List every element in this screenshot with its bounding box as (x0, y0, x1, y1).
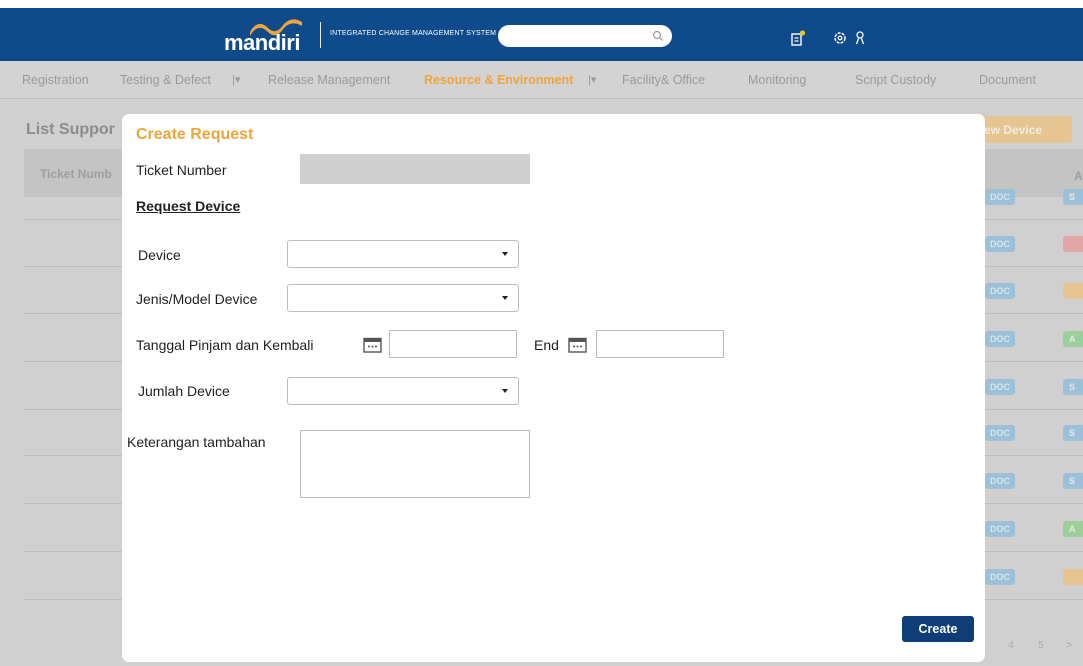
model-device-label: Jenis/Model Device (136, 291, 258, 307)
settings-icon[interactable] (832, 30, 848, 46)
nav-script-custody[interactable]: Script Custody (855, 73, 936, 87)
modal-title: Create Request (136, 126, 254, 143)
status-badge (1063, 283, 1083, 299)
nav-dropdown-icon[interactable]: |▾ (588, 73, 596, 86)
status-badge (1063, 236, 1083, 252)
doc-badge[interactable]: DOC (985, 425, 1015, 441)
nav-facility-office[interactable]: Facility& Office (622, 73, 705, 87)
request-device-heading: Request Device (136, 198, 241, 214)
global-search-input[interactable] (498, 25, 672, 47)
ticket-number-label: Ticket Number (136, 162, 227, 178)
status-badge: S (1063, 473, 1083, 489)
nav-resource-environment[interactable]: Resource & Environment (424, 73, 573, 87)
table-header-cell: Ticket Numb (40, 167, 112, 181)
end-date-label: End (534, 337, 559, 353)
status-badge: S (1063, 189, 1083, 205)
main-nav: Registration Testing & Defect |▾ Release… (0, 61, 1083, 99)
doc-badge[interactable]: DOC (985, 379, 1015, 395)
doc-badge[interactable]: DOC (985, 569, 1015, 585)
doc-badge[interactable]: DOC (985, 283, 1015, 299)
status-badge: S (1063, 425, 1083, 441)
caret-down-icon (502, 252, 508, 256)
user-icon[interactable] (852, 30, 868, 46)
additional-notes-label: Keterangan tambahan (127, 434, 266, 450)
doc-badge[interactable]: DOC (985, 236, 1015, 252)
additional-notes-textarea[interactable] (300, 430, 530, 498)
caret-down-icon (502, 296, 508, 300)
nav-testing-defect[interactable]: Testing & Defect (120, 73, 211, 87)
device-quantity-label: Jumlah Device (138, 383, 230, 399)
end-date-input[interactable] (596, 330, 724, 358)
borrow-date-label: Tanggal Pinjam dan Kembali (136, 337, 314, 353)
nav-release-management[interactable]: Release Management (268, 73, 390, 87)
status-badge: A (1063, 331, 1083, 347)
app-root: mandiri INTEGRATED CHANGE MANAGEMENT SYS… (0, 0, 1083, 666)
nav-dropdown-icon[interactable]: |▾ (232, 73, 240, 86)
device-label: Device (138, 247, 181, 263)
model-device-select[interactable] (287, 284, 519, 312)
doc-badge[interactable]: DOC (985, 473, 1015, 489)
pagination-page[interactable]: 4 (998, 633, 1024, 659)
pagination-page[interactable]: 5 (1028, 633, 1054, 659)
top-header: mandiri INTEGRATED CHANGE MANAGEMENT SYS… (0, 8, 1083, 61)
caret-down-icon (502, 389, 508, 393)
create-button[interactable]: Create (902, 616, 974, 642)
nav-monitoring[interactable]: Monitoring (748, 73, 806, 87)
status-badge: A (1063, 521, 1083, 537)
nav-registration[interactable]: Registration (22, 73, 89, 87)
device-quantity-select[interactable] (287, 377, 519, 405)
device-select[interactable] (287, 240, 519, 268)
mandiri-logo[interactable]: mandiri (224, 16, 314, 56)
create-request-modal: Create Request Ticket Number Request Dev… (122, 114, 985, 662)
calendar-icon[interactable] (568, 336, 587, 353)
nav-document[interactable]: Document (979, 73, 1036, 87)
doc-badge[interactable]: DOC (985, 331, 1015, 347)
ticket-number-field (300, 154, 530, 184)
pagination-next[interactable]: > (1056, 633, 1082, 659)
notification-icon[interactable] (790, 30, 806, 46)
logo-text: mandiri (224, 30, 300, 55)
search-icon[interactable] (652, 30, 664, 42)
status-badge (1063, 569, 1083, 585)
system-name: INTEGRATED CHANGE MANAGEMENT SYSTEM (330, 30, 497, 37)
doc-badge[interactable]: DOC (985, 189, 1015, 205)
header-divider (320, 22, 321, 48)
start-date-input[interactable] (389, 330, 517, 358)
doc-badge[interactable]: DOC (985, 521, 1015, 537)
status-badge: S (1063, 379, 1083, 395)
page-title: List Suppor (26, 121, 115, 138)
calendar-icon[interactable] (363, 336, 382, 353)
table-header-cell: A (1074, 169, 1083, 183)
